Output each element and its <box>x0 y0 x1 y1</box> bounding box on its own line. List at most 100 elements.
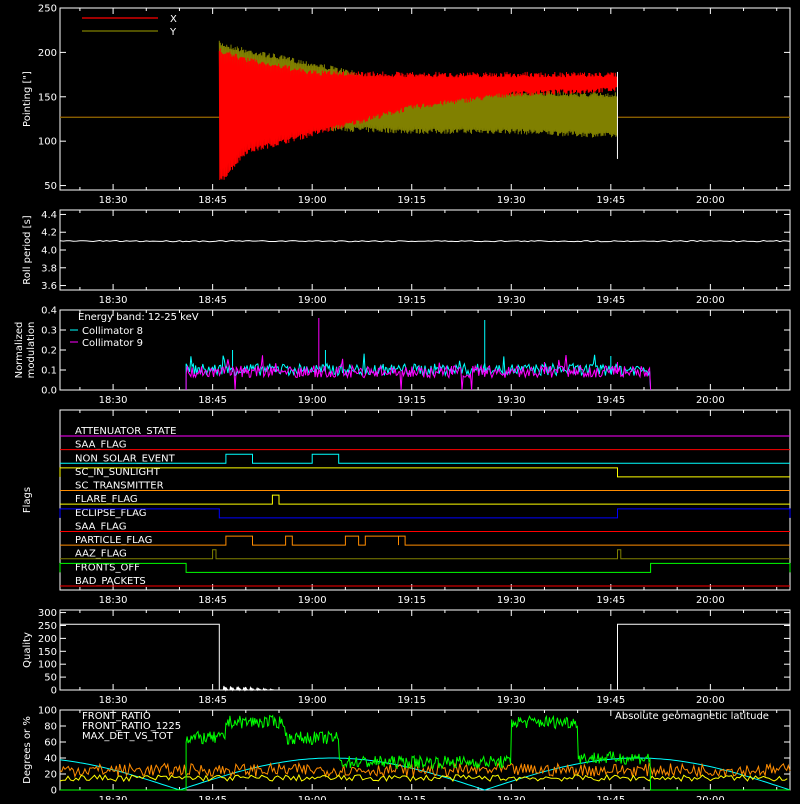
modulation-xtick-label: 19:15 <box>397 395 426 406</box>
quality-xtick-label: 19:00 <box>298 695 327 706</box>
pointing-ytick-label: 100 <box>38 137 57 148</box>
pointing-ylabel: Pointing ["] <box>22 71 33 127</box>
flag-label: NON_SOLAR_EVENT <box>75 453 176 464</box>
modulation-ytick-label: 0.1 <box>41 366 57 377</box>
flag-label: BAD_PACKETS <box>75 576 146 587</box>
pointing-xtick-label: 19:45 <box>596 195 625 206</box>
ratios-xtick-label: 19:00 <box>298 795 327 800</box>
modulation-xtick-label: 19:45 <box>596 395 625 406</box>
ratios-ylabel: Degrees or % <box>22 716 33 784</box>
roll-ytick-label: 4.0 <box>41 246 57 257</box>
quality-burst <box>222 685 229 692</box>
ratios-xtick-label: 19:15 <box>397 795 426 800</box>
ratios-xtick-label: 20:00 <box>696 795 725 800</box>
ratios-front-ratio <box>59 773 788 783</box>
quality-burst <box>229 686 235 692</box>
ratios-xtick-label: 18:30 <box>99 795 128 800</box>
legend-label-y: Y <box>169 27 177 38</box>
roll-ytick-label: 3.8 <box>41 263 57 274</box>
roll-xtick-label: 19:15 <box>397 295 426 306</box>
pointing-ytick-label: 250 <box>38 4 57 15</box>
modulation-xtick-label: 18:45 <box>198 395 227 406</box>
roll-xtick-label: 20:00 <box>696 295 725 306</box>
ratios-ytick-label: 60 <box>44 738 57 749</box>
flags-xtick-label: 19:30 <box>497 595 526 606</box>
quality-frame <box>59 609 791 691</box>
quality-burst <box>242 686 249 692</box>
quality-burst <box>269 688 275 691</box>
modulation-energy-band-label: Energy band: 12-25 keV <box>78 312 199 323</box>
ratios-xtick-label: 19:45 <box>596 795 625 800</box>
flag-line <box>60 549 790 560</box>
modulation-legend-label: Collimator 8 <box>82 326 143 337</box>
modulation-xtick-label: 19:00 <box>298 395 327 406</box>
ratios-ytick-label: 0 <box>51 786 57 797</box>
flag-line <box>59 467 790 478</box>
roll-ytick-label: 3.6 <box>41 281 57 292</box>
modulation-ytick-label: 0.4 <box>41 306 57 317</box>
flags-xtick-label: 18:30 <box>99 595 128 606</box>
ratios-xtick-label: 19:30 <box>497 795 526 800</box>
flag-label: PARTICLE_FLAG <box>75 535 152 546</box>
flag-line <box>59 508 791 519</box>
flag-label: FRONTS_OFF <box>75 562 140 573</box>
flags-xtick-label: 19:15 <box>397 595 426 606</box>
quality-line <box>60 623 790 691</box>
flags-xtick-label: 20:00 <box>696 595 725 606</box>
modulation-ytick-label: 0.0 <box>41 386 57 397</box>
flag-line <box>59 562 791 573</box>
pointing-xtick-label: 19:15 <box>397 195 426 206</box>
modulation-xtick-label: 18:30 <box>99 395 128 406</box>
pointing-xtick-label: 18:30 <box>99 195 128 206</box>
ratios-xtick-label: 18:45 <box>198 795 227 800</box>
pointing-xtick-label: 20:00 <box>696 195 725 206</box>
flag-label: SAA_FLAG <box>75 440 126 451</box>
quality-burst <box>262 687 268 691</box>
modulation-ytick-label: 0.2 <box>41 346 57 357</box>
roll-period-line <box>59 239 791 243</box>
ratios-ytick-label: 40 <box>44 754 57 765</box>
modulation-xtick-label: 20:00 <box>696 395 725 406</box>
roll-xtick-label: 19:00 <box>298 295 327 306</box>
flag-line <box>60 494 790 505</box>
flag-label: AAZ_FLAG <box>75 549 127 560</box>
quality-xtick-label: 20:00 <box>696 695 725 706</box>
roll-ytick-label: 4.2 <box>41 228 57 239</box>
flags-xtick-label: 19:45 <box>596 595 625 606</box>
flag-label: SC_TRANSMITTER <box>75 481 164 492</box>
roll-xtick-label: 18:30 <box>99 295 128 306</box>
flag-label: ATTENUATOR_STATE <box>75 426 176 437</box>
quality-xtick-label: 19:30 <box>497 695 526 706</box>
roll-xtick-label: 19:45 <box>596 295 625 306</box>
pointing-ytick-label: 150 <box>38 92 57 103</box>
quality-ytick-label: 0 <box>51 686 57 697</box>
quality-ytick-label: 100 <box>38 660 57 671</box>
modulation-xtick-label: 19:30 <box>497 395 526 406</box>
ratios-legend-label: MAX_DET_VS_TOT <box>82 731 174 742</box>
roll-ytick-label: 4.4 <box>41 210 57 221</box>
legend-label-x: X <box>170 14 177 25</box>
modulation-ytick-label: 0.3 <box>41 326 57 337</box>
plot-canvas: 18:30 18:45 19:00 19:15 19:30 19:45 20:00 50 100… <box>14 4 791 804</box>
flag-label: FLARE_FLAG <box>75 494 138 505</box>
flag-label: SC_IN_SUNLIGHT <box>75 467 161 478</box>
pointing-xtick-label: 18:45 <box>198 195 227 206</box>
roll-xtick-label: 18:45 <box>198 295 227 306</box>
ratios-ytick-label: 20 <box>44 770 57 781</box>
modulation-ylabel: modulation <box>26 322 37 379</box>
flags-xtick-label: 19:00 <box>298 595 327 606</box>
pointing-ytick-label: 50 <box>44 181 57 192</box>
quality-ytick-label: 300 <box>38 608 57 619</box>
quality-xtick-label: 19:15 <box>397 695 426 706</box>
solar-monitor-plot: 18:30 18:45 19:00 19:15 19:30 19:45 20:00 50 100… <box>0 0 800 804</box>
quality-xtick-label: 18:45 <box>198 695 227 706</box>
flags-ylabel: Flags <box>22 487 33 513</box>
flags-xtick-label: 18:45 <box>198 595 227 606</box>
modulation-ylabel: Normalized <box>14 322 25 379</box>
flag-line <box>60 535 790 546</box>
flag-label: SAA_FLAG <box>75 521 126 532</box>
pointing-xtick-label: 19:30 <box>497 195 526 206</box>
quality-xtick-label: 19:45 <box>596 695 625 706</box>
pointing-ytick-label: 200 <box>38 48 57 59</box>
pointing-xtick-label: 19:00 <box>298 195 327 206</box>
